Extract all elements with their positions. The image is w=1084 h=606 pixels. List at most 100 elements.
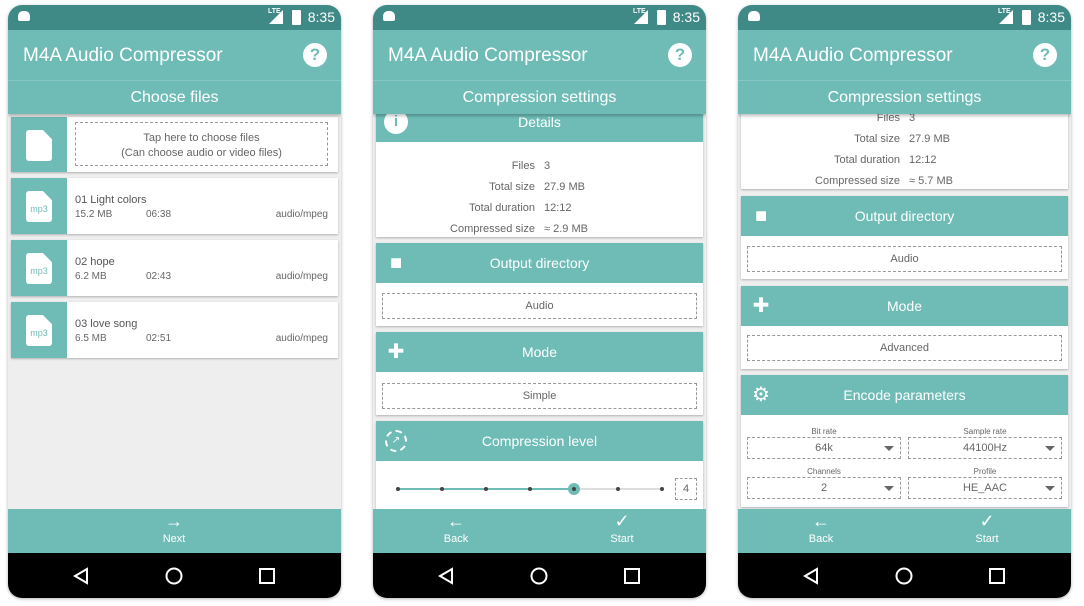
detail-label: Compressed size: [815, 175, 900, 187]
compression-level-slider[interactable]: [390, 479, 670, 499]
output-directory-field[interactable]: Audio: [747, 246, 1062, 272]
param-select[interactable]: HE_AAC: [908, 477, 1062, 499]
lte-signal-icon: LTE: [633, 8, 648, 24]
detail-row: Files 3: [376, 160, 703, 174]
dropdown-arrow-icon: [884, 486, 894, 491]
detail-row: Total size 27.9 MB: [741, 133, 1068, 147]
mp3-file-icon: mp3: [26, 253, 52, 284]
mp3-file-icon: mp3: [26, 315, 52, 346]
app-bar: M4A Audio Compressor ?: [373, 30, 706, 80]
file-list-item[interactable]: mp3 01 Light colors 15.2 MB 06:38 audio/…: [11, 178, 338, 234]
compression-level-value: 4: [675, 478, 697, 500]
help-icon[interactable]: ?: [668, 43, 692, 67]
back-button[interactable]: ← Back: [416, 509, 496, 553]
battery-charging-icon: [1022, 10, 1031, 25]
choose-files-card[interactable]: Tap here to choose files (Can choose aud…: [11, 117, 338, 172]
recents-nav-icon[interactable]: [988, 567, 1006, 585]
detail-value: 27.9 MB: [544, 181, 585, 193]
gear-icon: ⚙: [752, 384, 770, 406]
param-select[interactable]: 2: [747, 477, 901, 499]
file-list-item[interactable]: mp3 03 love song 6.5 MB 02:51 audio/mpeg: [11, 302, 338, 358]
slider-tick: [660, 487, 664, 491]
screen-subtitle: Choose files: [8, 80, 341, 114]
mode-field[interactable]: Simple: [382, 383, 697, 409]
detail-label: Files: [876, 114, 900, 124]
file-name: 01 Light colors: [75, 194, 147, 206]
output-directory-card: ■ Output directory Audio: [376, 243, 703, 326]
file-icon: [26, 130, 52, 161]
file-type: audio/mpeg: [275, 271, 328, 282]
app-bar: M4A Audio Compressor ?: [8, 30, 341, 80]
status-time: 8:35: [672, 9, 700, 25]
phone-simple-settings: LTE 8:35 M4A Audio Compressor ? Compress…: [373, 5, 706, 598]
home-nav-icon[interactable]: [530, 567, 548, 585]
file-type: audio/mpeg: [275, 209, 328, 220]
back-nav-icon[interactable]: [72, 567, 90, 585]
param-label: Profile: [973, 467, 997, 476]
system-nav-bar: [8, 553, 341, 598]
file-duration: 06:38: [146, 209, 172, 220]
status-time: 8:35: [307, 9, 335, 25]
details-card: Files 3 Total size 27.9 MB Total duration 12:…: [741, 114, 1068, 189]
folder-icon: ■: [754, 205, 768, 227]
home-nav-icon[interactable]: [895, 567, 913, 585]
output-directory-field[interactable]: Audio: [382, 293, 697, 319]
home-nav-icon[interactable]: [165, 567, 183, 585]
back-button[interactable]: ← Back: [781, 509, 861, 553]
mode-card: ✚ Mode Simple: [376, 332, 703, 415]
status-bar: LTE 8:35: [8, 5, 341, 30]
detail-label: Files: [511, 160, 535, 172]
mode-field[interactable]: Advanced: [747, 335, 1062, 361]
check-icon: ✓: [979, 511, 995, 531]
file-size: 6.5 MB: [75, 333, 107, 344]
next-button[interactable]: → Next: [134, 509, 214, 553]
mp3-file-icon: mp3: [26, 191, 52, 222]
screen-subtitle: Compression settings: [738, 80, 1071, 114]
help-icon[interactable]: ?: [1033, 43, 1057, 67]
lte-signal-icon: LTE: [998, 8, 1013, 24]
help-icon[interactable]: ?: [303, 43, 327, 67]
file-size: 15.2 MB: [75, 209, 113, 220]
detail-row: Total duration 12:12: [741, 154, 1068, 168]
encode-parameters-card: ⚙ Encode parameters Bit rate 64k Sample ra…: [741, 375, 1068, 507]
compression-level-card: ↗ Compression level 4: [376, 421, 703, 509]
back-nav-icon[interactable]: [437, 567, 455, 585]
slider-tick: [440, 487, 444, 491]
detail-value: 3: [544, 160, 551, 172]
battery-charging-icon: [292, 10, 301, 25]
slider-tick: [396, 487, 400, 491]
recents-nav-icon[interactable]: [258, 567, 276, 585]
details-card: i Details Files 3 Total size 27.9 MB Total du…: [376, 114, 703, 237]
detail-row: Files 3: [741, 114, 1068, 126]
detail-value: 3: [909, 114, 916, 124]
file-name: 03 love song: [75, 318, 138, 330]
battery-charging-icon: [657, 10, 666, 25]
file-duration: 02:51: [146, 333, 172, 344]
check-icon: ✓: [614, 511, 630, 531]
system-nav-bar: [738, 553, 1071, 598]
start-button[interactable]: ✓ Start: [582, 509, 662, 553]
file-size: 6.2 MB: [75, 271, 107, 282]
param-select[interactable]: 44100Hz: [908, 437, 1062, 459]
app-bar: M4A Audio Compressor ?: [738, 30, 1071, 80]
app-title: M4A Audio Compressor: [388, 45, 588, 66]
detail-label: Compressed size: [450, 223, 535, 235]
file-name: 02 hope: [75, 256, 115, 268]
file-list-item[interactable]: mp3 02 hope 6.2 MB 02:43 audio/mpeg: [11, 240, 338, 296]
detail-label: Total duration: [468, 202, 535, 214]
recents-nav-icon[interactable]: [623, 567, 641, 585]
gauge-icon: ↗: [385, 430, 407, 452]
system-nav-bar: [373, 553, 706, 598]
start-button[interactable]: ✓ Start: [947, 509, 1027, 553]
detail-label: Total size: [489, 181, 535, 193]
param-select[interactable]: 64k: [747, 437, 901, 459]
detail-value: ≈ 2.9 MB: [544, 223, 588, 235]
detail-row: Total size 27.9 MB: [376, 181, 703, 195]
detail-row: Compressed size ≈ 5.7 MB: [741, 175, 1068, 189]
app-title: M4A Audio Compressor: [753, 45, 953, 66]
param-label: Sample rate: [963, 427, 1007, 436]
file-type: audio/mpeg: [275, 333, 328, 344]
back-nav-icon[interactable]: [802, 567, 820, 585]
detail-value: 27.9 MB: [909, 133, 950, 145]
param-label: Channels: [807, 467, 841, 476]
